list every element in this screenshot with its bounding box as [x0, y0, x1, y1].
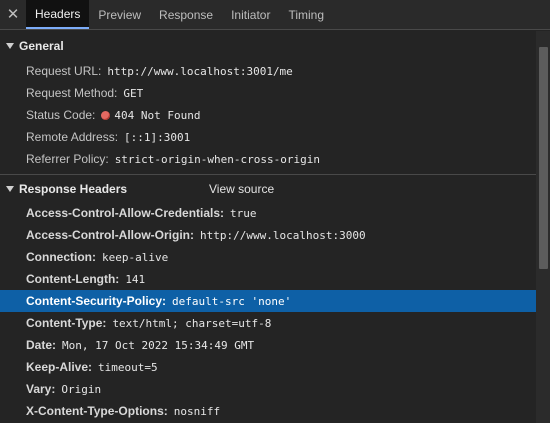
vertical-scrollbar[interactable]	[536, 31, 550, 423]
status-error-icon	[101, 110, 111, 120]
header-name: Date:	[26, 338, 57, 352]
header-value: 141	[125, 272, 146, 286]
request-url-label: Request URL:	[26, 64, 102, 78]
general-section-title: General	[19, 39, 64, 53]
request-url-value: http://www.localhost:3001/me	[107, 64, 293, 78]
header-row[interactable]: Connection: keep-alive	[0, 246, 536, 268]
tab-headers[interactable]: Headers	[26, 0, 90, 29]
status-code-label: Status Code:	[26, 108, 96, 122]
expand-triangle-icon[interactable]	[6, 186, 14, 192]
header-name: Vary:	[26, 382, 56, 396]
scrollbar-thumb[interactable]	[539, 47, 548, 269]
header-row[interactable]: Access-Control-Allow-Origin: http://www.…	[0, 224, 536, 246]
status-code-row: Status Code: 404 Not Found	[0, 104, 536, 126]
header-row[interactable]: Access-Control-Allow-Credentials: true	[0, 202, 536, 224]
header-name: Connection:	[26, 250, 96, 264]
referrer-policy-label: Referrer Policy:	[26, 152, 109, 166]
network-details-panel: ✕ Headers Preview Response Initiator Tim…	[0, 0, 550, 423]
tab-bar: ✕ Headers Preview Response Initiator Tim…	[0, 0, 550, 30]
header-value: default-src 'none'	[172, 294, 292, 308]
header-row-selected[interactable]: Content-Security-Policy: default-src 'no…	[0, 290, 536, 312]
close-icon[interactable]: ✕	[0, 0, 26, 29]
header-name: Content-Security-Policy:	[26, 294, 167, 308]
expand-triangle-icon[interactable]	[6, 43, 14, 49]
header-name: Access-Control-Allow-Origin:	[26, 228, 195, 242]
header-value: nosniff	[173, 404, 221, 418]
tab-preview[interactable]: Preview	[89, 0, 150, 29]
header-name: X-Content-Type-Options:	[26, 404, 168, 418]
header-value: keep-alive	[102, 250, 169, 264]
header-row[interactable]: Keep-Alive: timeout=5	[0, 356, 536, 378]
referrer-policy-row: Referrer Policy: strict-origin-when-cros…	[0, 148, 536, 170]
tab-initiator[interactable]: Initiator	[222, 0, 279, 29]
headers-content: General Request URL: http://www.localhos…	[0, 31, 536, 423]
header-row[interactable]: Date: Mon, 17 Oct 2022 15:34:49 GMT	[0, 334, 536, 356]
header-name: Keep-Alive:	[26, 360, 93, 374]
header-row[interactable]: X-Content-Type-Options: nosniff	[0, 400, 536, 422]
remote-address-value: [::1]:3001	[124, 130, 191, 144]
request-method-row: Request Method: GET	[0, 82, 536, 104]
header-row[interactable]: Content-Length: 141	[0, 268, 536, 290]
remote-address-label: Remote Address:	[26, 130, 119, 144]
request-url-row: Request URL: http://www.localhost:3001/m…	[0, 60, 536, 82]
view-source-link[interactable]: View source	[209, 182, 274, 196]
header-name: Content-Type:	[26, 316, 107, 330]
header-value: Mon, 17 Oct 2022 15:34:49 GMT	[62, 338, 255, 352]
header-value: timeout=5	[98, 360, 158, 374]
header-row[interactable]: Content-Type: text/html; charset=utf-8	[0, 312, 536, 334]
request-method-label: Request Method:	[26, 86, 118, 100]
header-value: text/html; charset=utf-8	[112, 316, 272, 330]
tab-timing[interactable]: Timing	[279, 0, 333, 29]
response-headers-section-title: Response Headers	[19, 182, 128, 196]
header-name: Access-Control-Allow-Credentials:	[26, 206, 225, 220]
request-method-value: GET	[123, 86, 144, 100]
section-divider	[0, 174, 536, 175]
header-value: Origin	[61, 382, 102, 396]
header-value: http://www.localhost:3000	[200, 228, 366, 242]
referrer-policy-value: strict-origin-when-cross-origin	[114, 152, 320, 166]
status-code-value: 404 Not Found	[114, 108, 201, 122]
general-section-header[interactable]: General	[0, 35, 536, 57]
remote-address-row: Remote Address: [::1]:3001	[0, 126, 536, 148]
header-row[interactable]: Vary: Origin	[0, 378, 536, 400]
header-name: Content-Length:	[26, 272, 120, 286]
response-headers-section-header[interactable]: Response Headers View source	[0, 178, 536, 200]
tab-response[interactable]: Response	[150, 0, 222, 29]
header-value: true	[230, 206, 257, 220]
